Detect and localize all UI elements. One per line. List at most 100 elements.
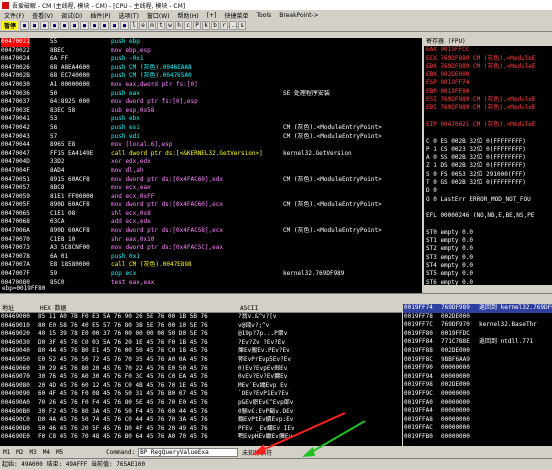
stack-row[interactable]: 0019FFA8 00000000 <box>403 416 552 425</box>
menu-item[interactable]: 文件(F) <box>4 11 24 20</box>
register-row[interactable]: P 1 CS 0023 32位 0(FFFFFFFF) <box>424 146 552 154</box>
step-over-icon[interactable]: ■ <box>80 21 90 30</box>
disasm-row[interactable]: 0047004F 8AD4 mov dl,ah <box>0 167 422 176</box>
register-row[interactable]: D 0 <box>424 187 552 195</box>
stack-row[interactable]: 0019FFAC 00000000 <box>403 424 552 433</box>
disasm-row[interactable]: 0047007F 59 pop ecx kernel32.769DF989 <box>0 270 422 279</box>
disasm-row[interactable]: 00470065 C1E1 08 shl ecx,0x8 <box>0 210 422 219</box>
register-row[interactable] <box>424 129 552 137</box>
menu-item[interactable]: BreakPoint-> <box>279 12 318 19</box>
stack-pane[interactable]: 0019FF74769DF989返回到 kernel32.769DF989001… <box>403 304 552 446</box>
stack-row[interactable]: 0019FF84 771C7B8E 返回到 ntdll.771 <box>403 338 552 347</box>
register-row[interactable]: ST3 empty 0.0 <box>424 254 552 262</box>
step-into-icon[interactable]: ■ <box>70 21 80 30</box>
register-row[interactable]: EIP 00470021 CM (灰色).<ModuleE <box>424 121 552 129</box>
register-row[interactable]: EBP 0019FF80 <box>424 88 552 96</box>
register-row[interactable]: EFL 00000246 (NO,NB,E,BE,NS,PE <box>424 212 552 220</box>
trace-into-icon[interactable]: ■ <box>90 21 100 30</box>
disasm-row[interactable]: 00470059 81E1 FF00000 and ecx,0xFF <box>0 193 422 202</box>
disasm-row[interactable]: 0047007A E8 18580000 call CM (灰色).0047E898 <box>0 261 422 270</box>
stack-row[interactable]: 0019FF90 00000000 <box>403 364 552 373</box>
register-row[interactable]: ST0 empty 0.0 <box>424 229 552 237</box>
dump-row[interactable]: 00469030 D0 3F 45 76 C0 03 5A 76 20 1E 45… <box>0 339 402 348</box>
dump-row[interactable]: 00469050 E0 52 45 76 50 72 45 76 70 35 45… <box>0 356 402 365</box>
disassembly-pane[interactable]: 00470021 55 push ebp 00470022 8BEC mov ebp,es… <box>0 38 422 285</box>
stack-row[interactable]: 0019FF74 769DF989 返回到 kernel32.769DF989 <box>403 304 552 313</box>
disasm-row[interactable]: 0047003E 83EC 58 sub esp,0x58 <box>0 107 422 116</box>
stack-row[interactable]: 0019FFB0 00000000 <box>403 433 552 442</box>
register-row[interactable]: T 0 GS 002B 32位 0(FFFFFFFF) <box>424 179 552 187</box>
stack-row[interactable]: 0019FF78 002DE000 <box>403 313 552 322</box>
register-row[interactable]: ESP 0019FF74 <box>424 79 552 87</box>
dump-row[interactable]: 00469040 B0 44 45 76 B0 E1 45 76 00 50 45… <box>0 347 402 356</box>
disasm-row[interactable]: 00470026 68 A8EA4600 push CM (灰色).0046EAA8 <box>0 64 422 73</box>
disasm-row[interactable]: 00470070 C1E8 10 shr eax,0x10 <box>0 236 422 245</box>
toolbar-letter-button[interactable]: t <box>157 21 166 30</box>
toolbar-letter-button[interactable]: m <box>148 21 157 30</box>
registers-pane[interactable]: 寄存器 (FPU) EAX 0019FFCC ECX 769DF989 CM (灰色… <box>424 38 552 285</box>
toolbar-letter-button[interactable]: ... <box>228 21 238 30</box>
disasm-row[interactable]: 00470042 56 push esi CM (灰色).<ModuleEntryPo… <box>0 124 422 133</box>
disasm-row[interactable]: 00470051 8915 60ACF8 mov dword ptr ds:[0x4… <box>0 176 422 185</box>
menu-item[interactable]: 调试(D) <box>61 11 82 20</box>
disasm-row[interactable]: 0047002B 68 EC740000 push CM (灰色).004765A0 <box>0 72 422 81</box>
register-row[interactable] <box>424 204 552 212</box>
register-row[interactable]: ST5 empty 0.0 <box>424 270 552 278</box>
memory-tab-1[interactable]: M1 <box>3 449 10 456</box>
register-row[interactable]: Z 1 DS 002B 32位 0(FFFFFFFF) <box>424 162 552 170</box>
register-row[interactable]: ECX 769DF989 CM (灰色).<ModuleE <box>424 55 552 63</box>
menu-item[interactable]: Tools <box>256 12 271 19</box>
pane-splitter[interactable] <box>0 293 552 303</box>
menu-item[interactable]: [+] <box>207 12 217 19</box>
stack-row[interactable]: 0019FF80 0019FFDC <box>403 330 552 339</box>
toolbar-letter-button[interactable]: l <box>130 21 139 30</box>
stack-row[interactable]: 0019FFA4 00000000 <box>403 407 552 416</box>
dump-row[interactable]: 00469000 85 11 A0 7B F0 E3 5A 76 90 26 5E… <box>0 313 402 322</box>
register-row[interactable]: ST6 empty 0.0 <box>424 279 552 285</box>
disasm-row[interactable]: 00470068 03CA add ecx,edx <box>0 218 422 227</box>
disasm-row[interactable]: 00470043 57 push edi CM (灰色).<ModuleEntryPo… <box>0 133 422 142</box>
memory-tab-3[interactable]: M3 <box>29 449 36 456</box>
disasm-row[interactable]: 00470078 6A 01 push 0x1 <box>0 253 422 262</box>
stack-row[interactable]: 0019FF8C 9BBF6AA9 <box>403 356 552 365</box>
toolbar-letter-button[interactable]: c <box>184 21 193 30</box>
dump-row[interactable]: 00469070 30 76 45 76 A0 30 45 76 F0 3C 45… <box>0 373 402 382</box>
disasm-row[interactable]: 00470057 8BC8 mov ecx,eax <box>0 184 422 193</box>
command-input[interactable]: BP RegQueryValueExa <box>138 447 239 457</box>
disasm-row[interactable]: 00470041 53 push ebx <box>0 115 422 124</box>
stack-row[interactable]: 0019FF7C 769DF970 kernel32.BaseThr <box>403 321 552 330</box>
register-row[interactable]: O 0 LastErr ERROR_MOD_NOT_FOU <box>424 196 552 204</box>
disasm-row[interactable]: 00470037 64:8925 000 mov dword ptr fs:[0],… <box>0 98 422 107</box>
disasm-row[interactable]: 00470021 55 push ebp <box>0 38 422 47</box>
register-row[interactable] <box>424 113 552 121</box>
toolbar-letter-button[interactable]: w <box>166 21 175 30</box>
restart-icon[interactable]: ■ <box>30 21 40 30</box>
dump-row[interactable]: 004690A0 70 26 45 76 F0 F4 45 76 80 5E 45… <box>0 399 402 408</box>
toolbar-letter-button[interactable]: P <box>193 21 202 30</box>
disasm-row[interactable]: 00470030 A1 00000000 mov eax,dword ptr fs:… <box>0 81 422 90</box>
dump-row[interactable]: 00469080 20 4D 45 76 60 12 45 76 C0 4B 45… <box>0 382 402 391</box>
register-row[interactable]: ST2 empty 0.0 <box>424 245 552 253</box>
register-row[interactable]: EDI 769DF989 CM (灰色).<ModuleE <box>424 104 552 112</box>
dump-row[interactable]: 00469060 30 29 45 76 80 20 45 76 70 22 45… <box>0 365 402 374</box>
stack-row[interactable]: 0019FF94 00000000 <box>403 373 552 382</box>
toolbar-letter-button[interactable]: h <box>175 21 184 30</box>
stack-row[interactable]: 0019FF9C 00000000 <box>403 390 552 399</box>
disasm-row[interactable]: 00470047 FF15 EA4149E call dword ptr ds:[<… <box>0 150 422 159</box>
close-icon[interactable]: ■ <box>40 21 50 30</box>
trace-over-icon[interactable]: ■ <box>100 21 110 30</box>
pause-icon[interactable]: ■ <box>60 21 70 30</box>
menu-item[interactable]: 快捷菜单 <box>224 11 248 20</box>
menu-item[interactable]: 窗口(W) <box>147 11 170 20</box>
toolbar-letter-button[interactable]: k <box>202 21 211 30</box>
disasm-row[interactable]: 0047004D 33D2 xor edx,edx <box>0 158 422 167</box>
stack-row[interactable]: 0019FF88 002DE000 <box>403 347 552 356</box>
register-row[interactable]: S 0 FS 0053 32位 291000(FFF) <box>424 171 552 179</box>
stack-row[interactable]: 0019FF98 002DE000 <box>403 381 552 390</box>
register-row[interactable]: EAX 0019FFCC <box>424 46 552 54</box>
goto-icon[interactable]: ■ <box>120 21 130 30</box>
dump-row[interactable]: 00469010 80 E0 58 76 40 E5 57 76 80 3B 5E… <box>0 322 402 331</box>
toolbar-letter-button[interactable]: s <box>238 21 247 30</box>
disasm-row[interactable]: 00470022 8BEC mov ebp,esp <box>0 47 422 56</box>
disasm-row[interactable]: 00470024 6A FF push -0x1 <box>0 55 422 64</box>
